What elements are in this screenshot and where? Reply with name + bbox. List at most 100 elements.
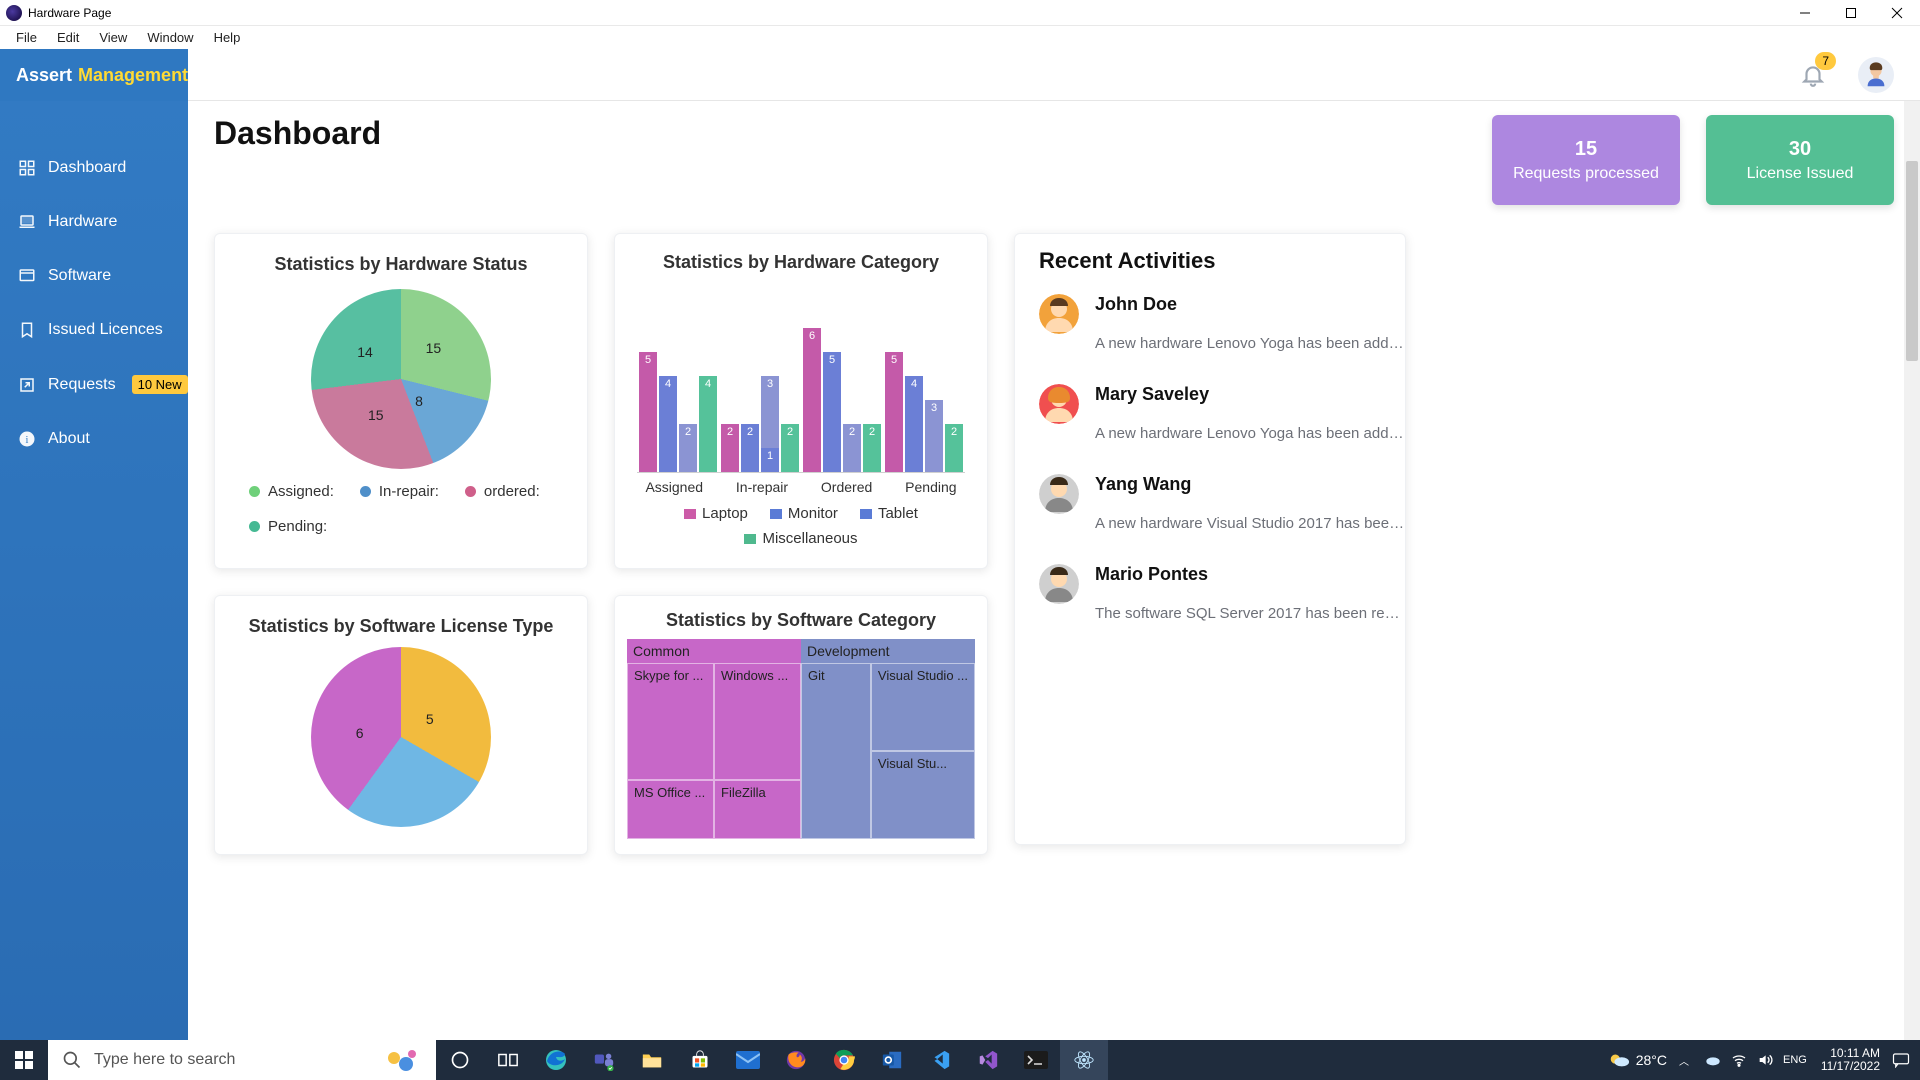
taskbar-terminal[interactable]: [1012, 1040, 1060, 1080]
vscode-icon: [929, 1049, 951, 1071]
taskbar-taskview[interactable]: [484, 1040, 532, 1080]
sidebar-item-dashboard[interactable]: Dashboard: [0, 141, 188, 195]
activity-item[interactable]: Mario Pontes The software SQL Server 201…: [1039, 564, 1381, 622]
card-software-license: Statistics by Software License Type 5 6: [214, 595, 588, 855]
taskbar-visualstudio[interactable]: [964, 1040, 1012, 1080]
taskbar-vscode[interactable]: [916, 1040, 964, 1080]
taskview-icon: [497, 1050, 519, 1070]
folder-icon: [641, 1050, 663, 1070]
activity-item[interactable]: Mary Saveley A new hardware Lenovo Yoga …: [1039, 384, 1381, 442]
activity-desc: The software SQL Server 2017 has been re…: [1095, 605, 1405, 622]
sidebar-item-issued-licences[interactable]: Issued Licences: [0, 303, 188, 357]
activity-desc: A new hardware Lenovo Yoga has been adde…: [1095, 335, 1405, 352]
legend: Assigned: In-repair: ordered: Pending:: [237, 479, 565, 535]
card-software-category: Statistics by Software Category Common S…: [614, 595, 988, 855]
stat-card-licenses[interactable]: 30 License Issued: [1706, 115, 1894, 205]
sidebar-item-about[interactable]: i About: [0, 412, 188, 466]
scrollbar-thumb[interactable]: [1906, 161, 1918, 361]
card-title: Statistics by Hardware Category: [629, 252, 973, 273]
app-icon: [6, 5, 22, 21]
taskbar-chrome[interactable]: [820, 1040, 868, 1080]
activity-name: Mary Saveley: [1095, 384, 1405, 405]
teams-icon: [593, 1049, 615, 1071]
menu-file[interactable]: File: [6, 28, 47, 47]
notifications-button[interactable]: 7: [1800, 62, 1826, 88]
avatar-icon: [1039, 474, 1079, 514]
action-center-button[interactable]: [1886, 1052, 1916, 1068]
user-avatar[interactable]: [1858, 57, 1894, 93]
activity-name: Yang Wang: [1095, 474, 1405, 495]
clock-date: 11/17/2022: [1821, 1060, 1880, 1073]
menu-view[interactable]: View: [89, 28, 137, 47]
activity-desc: A new hardware Lenovo Yoga has been adde…: [1095, 425, 1405, 442]
activity-desc: A new hardware Visual Studio 2017 has be…: [1095, 515, 1405, 532]
bookmark-icon: [18, 321, 36, 339]
tray-overflow-button[interactable]: ︿: [1679, 1053, 1689, 1068]
window-minimize-button[interactable]: [1782, 0, 1828, 25]
menu-window[interactable]: Window: [137, 28, 203, 47]
taskbar-clock[interactable]: 10:11 AM 11/17/2022: [1821, 1047, 1880, 1073]
menu-edit[interactable]: Edit: [47, 28, 89, 47]
mail-icon: [736, 1051, 760, 1069]
page-title: Dashboard: [214, 115, 381, 152]
sidebar-item-hardware[interactable]: Hardware: [0, 195, 188, 249]
window-close-button[interactable]: [1874, 0, 1920, 25]
search-placeholder: Type here to search: [94, 1051, 235, 1069]
requests-badge: 10 New: [132, 375, 188, 394]
brand-part1: Assert: [16, 65, 72, 86]
card-hardware-status: Statistics by Hardware Status 15 8 15 14…: [214, 233, 588, 569]
taskbar-explorer[interactable]: [628, 1040, 676, 1080]
window-maximize-button[interactable]: [1828, 0, 1874, 25]
chat-icon: [1892, 1052, 1910, 1068]
sidebar-item-software[interactable]: Software: [0, 249, 188, 303]
taskbar-mail[interactable]: [724, 1040, 772, 1080]
atom-icon: [1073, 1049, 1095, 1071]
tray-language[interactable]: ENG: [1783, 1054, 1807, 1066]
brand: Assert Management: [0, 49, 188, 101]
volume-tray-icon[interactable]: [1757, 1052, 1773, 1068]
taskbar-electron-app[interactable]: [1060, 1040, 1108, 1080]
taskbar-outlook[interactable]: [868, 1040, 916, 1080]
search-icon: [62, 1050, 82, 1070]
external-link-icon: [18, 376, 36, 394]
info-icon: i: [18, 430, 36, 448]
sidebar-item-label: Dashboard: [48, 159, 126, 177]
sidebar-item-requests[interactable]: Requests 10 New: [0, 357, 188, 412]
sidebar-item-label: Issued Licences: [48, 321, 163, 339]
taskbar-search[interactable]: Type here to search: [48, 1040, 436, 1080]
card-title: Statistics by Hardware Status: [237, 254, 565, 275]
activity-name: John Doe: [1095, 294, 1405, 315]
start-button[interactable]: [0, 1040, 48, 1080]
sidebar-item-label: Hardware: [48, 213, 117, 231]
avatar-icon: [1039, 384, 1079, 424]
taskbar-weather[interactable]: 28°C: [1608, 1051, 1667, 1069]
sidebar: Assert Management Dashboard Hardware Sof…: [0, 49, 188, 1040]
taskbar-firefox[interactable]: [772, 1040, 820, 1080]
svg-text:i: i: [26, 435, 29, 446]
edge-icon: [544, 1048, 568, 1072]
onedrive-tray-icon[interactable]: [1705, 1052, 1721, 1068]
sidebar-item-label: Requests: [48, 376, 116, 394]
stat-value: 30: [1789, 138, 1811, 161]
taskbar-store[interactable]: [676, 1040, 724, 1080]
menu-help[interactable]: Help: [204, 28, 251, 47]
activity-item[interactable]: Yang Wang A new hardware Visual Studio 2…: [1039, 474, 1381, 532]
notification-count: 7: [1815, 52, 1836, 70]
avatar-icon: [1039, 294, 1079, 334]
taskbar-cortana[interactable]: [436, 1040, 484, 1080]
sidebar-item-label: About: [48, 430, 90, 448]
weather-temp: 28°C: [1636, 1052, 1667, 1068]
activity-name: Mario Pontes: [1095, 564, 1405, 585]
treemap-software-category: Common Skype for ... Windows ... MS Offi…: [627, 639, 975, 839]
recent-title: Recent Activities: [1039, 248, 1381, 274]
card-title: Statistics by Software License Type: [237, 616, 565, 637]
taskbar-teams[interactable]: [580, 1040, 628, 1080]
avatar-icon: [1862, 61, 1890, 89]
store-icon: [690, 1050, 710, 1070]
software-icon: [18, 267, 36, 285]
content-scrollbar[interactable]: [1904, 101, 1920, 1040]
activity-item[interactable]: John Doe A new hardware Lenovo Yoga has …: [1039, 294, 1381, 352]
taskbar-edge[interactable]: [532, 1040, 580, 1080]
stat-card-requests[interactable]: 15 Requests processed: [1492, 115, 1680, 205]
wifi-tray-icon[interactable]: [1731, 1052, 1747, 1068]
